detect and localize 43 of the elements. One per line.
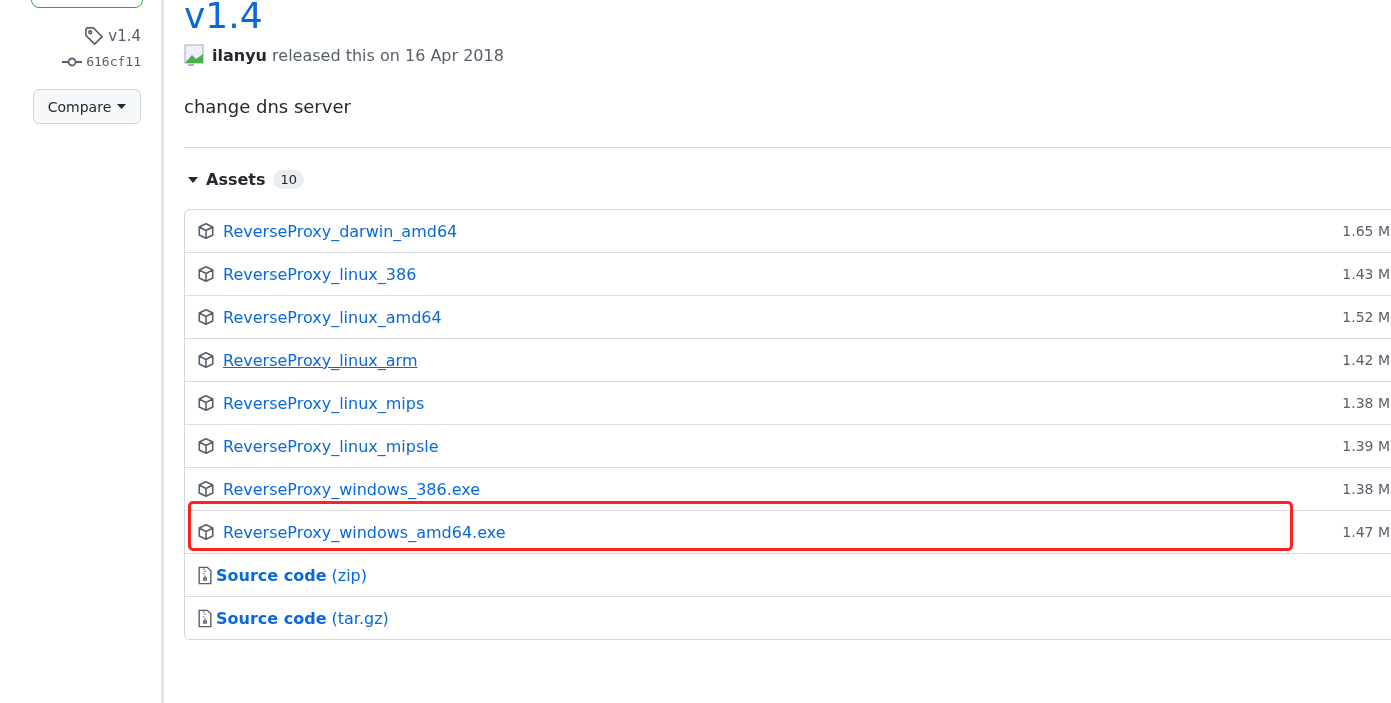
package-icon	[197, 523, 215, 541]
file-zip-icon	[198, 565, 212, 585]
package-icon	[197, 480, 215, 498]
archive-type[interactable]: (zip)	[331, 565, 367, 585]
avatar-icon	[184, 44, 204, 66]
asset-size: 1.38 M	[1342, 481, 1390, 497]
tag-icon	[84, 26, 105, 46]
package-icon	[197, 265, 215, 283]
package-icon	[197, 437, 215, 455]
assets-count: 10	[273, 170, 304, 189]
asset-size: 1.43 M	[1342, 266, 1390, 282]
asset-link[interactable]: Source code	[216, 565, 327, 585]
asset-link[interactable]: ReverseProxy_windows_amd64.exe	[223, 522, 506, 542]
package-icon	[197, 222, 215, 240]
package-icon	[197, 308, 215, 326]
asset-link[interactable]: ReverseProxy_linux_mipsle	[223, 436, 439, 456]
asset-link[interactable]: ReverseProxy_linux_386	[223, 264, 417, 284]
asset-size: 1.39 M	[1342, 438, 1390, 454]
package-icon	[197, 351, 215, 369]
asset-link[interactable]: ReverseProxy_darwin_amd64	[223, 221, 458, 241]
compare-button[interactable]: Compare	[33, 89, 141, 124]
release-info: ilanyu released this on 16 Apr 2018	[212, 45, 504, 65]
asset-link[interactable]: Source code	[216, 608, 327, 628]
commit-icon	[62, 55, 83, 68]
asset-link[interactable]: ReverseProxy_linux_mips	[223, 393, 425, 413]
asset-link[interactable]: ReverseProxy_windows_386.exe	[223, 479, 481, 499]
caret-icon[interactable]	[188, 174, 198, 185]
asset-size: 1.47 M	[1342, 524, 1390, 540]
asset-link[interactable]: ReverseProxy_linux_arm	[223, 350, 418, 370]
asset-link[interactable]: ReverseProxy_linux_amd64	[223, 307, 442, 327]
asset-size: 1.42 M	[1342, 352, 1390, 368]
commit-hash[interactable]: 616cf11	[86, 54, 141, 69]
asset-size: 1.52 M	[1342, 309, 1390, 325]
package-icon	[197, 394, 215, 412]
tag-name[interactable]: v1.4	[108, 27, 141, 45]
file-zip-icon	[198, 608, 212, 628]
release-title[interactable]: v1.4	[184, 0, 1391, 38]
asset-size: 1.65 M	[1342, 223, 1390, 239]
assets-label[interactable]: Assets	[206, 170, 266, 189]
asset-size: 1.38 M	[1342, 395, 1390, 411]
archive-type[interactable]: (tar.gz)	[331, 608, 389, 628]
caret-icon	[117, 104, 127, 109]
release-notes: change dns server	[184, 96, 352, 117]
